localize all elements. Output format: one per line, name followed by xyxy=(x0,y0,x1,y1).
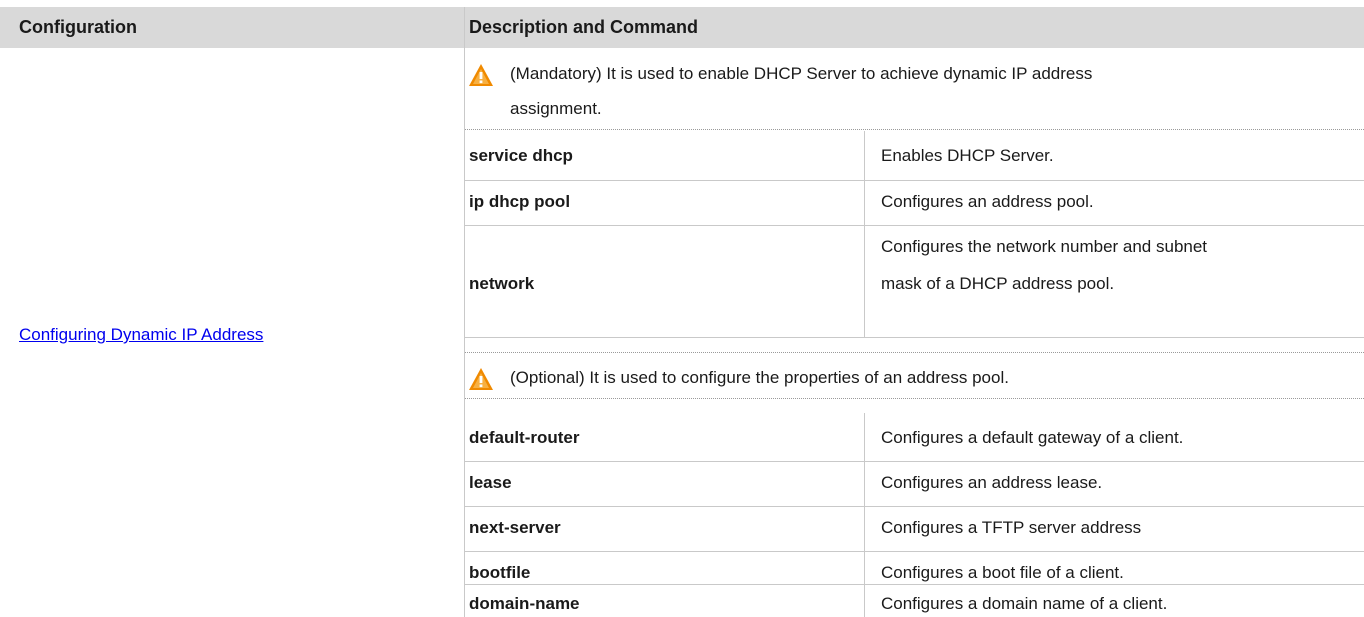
mandatory-note-line2: assignment. xyxy=(510,99,602,118)
header-description: Description and Command xyxy=(469,17,699,37)
inner-divider-mandatory xyxy=(864,131,865,338)
command-network: network xyxy=(469,274,535,293)
description-ip-dhcp-pool: Configures an address pool. xyxy=(881,192,1094,211)
description-lease: Configures an address lease. xyxy=(881,473,1103,492)
command-service-dhcp: service dhcp xyxy=(469,146,573,165)
mandatory-note: (Mandatory) It is used to enable DHCP Se… xyxy=(468,55,1092,92)
warning-icon xyxy=(468,367,494,391)
command-next-server: next-server xyxy=(469,518,561,537)
command-bootfile: bootfile xyxy=(469,563,531,582)
description-network-line1: Configures the network number and subnet xyxy=(881,237,1208,256)
command-domain-name: domain-name xyxy=(469,594,580,613)
command-lease: lease xyxy=(469,473,512,492)
description-domain-name: Configures a domain name of a client. xyxy=(881,594,1168,613)
description-next-server: Configures a TFTP server address xyxy=(881,518,1142,537)
header-configuration: Configuration xyxy=(19,17,137,37)
warning-icon xyxy=(468,63,494,87)
row-divider xyxy=(465,337,1364,338)
configuring-dynamic-ip-link[interactable]: Configuring Dynamic IP Address xyxy=(19,325,263,345)
mandatory-note-line1: (Mandatory) It is used to enable DHCP Se… xyxy=(510,64,1093,83)
command-ip-dhcp-pool: ip dhcp pool xyxy=(469,192,571,211)
dotted-divider xyxy=(465,398,1364,399)
row-divider xyxy=(465,506,1364,507)
row-divider xyxy=(465,584,1364,585)
optional-note: (Optional) It is used to configure the p… xyxy=(468,359,1009,396)
config-table: Configuration Description and Command Co… xyxy=(0,0,1364,617)
command-default-router: default-router xyxy=(469,428,580,447)
dotted-divider xyxy=(465,129,1364,130)
optional-note-text: (Optional) It is used to configure the p… xyxy=(510,368,1009,387)
dotted-divider xyxy=(465,352,1364,353)
description-default-router: Configures a default gateway of a client… xyxy=(881,428,1184,447)
description-service-dhcp: Enables DHCP Server. xyxy=(881,146,1054,165)
row-divider xyxy=(465,461,1364,462)
description-bootfile: Configures a boot file of a client. xyxy=(881,563,1124,582)
row-divider xyxy=(465,225,1364,226)
column-divider xyxy=(464,7,465,617)
row-divider xyxy=(465,180,1364,181)
inner-divider-optional xyxy=(864,413,865,617)
description-network-line2: mask of a DHCP address pool. xyxy=(881,274,1115,293)
row-divider xyxy=(465,551,1364,552)
table-header: Configuration Description and Command xyxy=(0,7,1364,48)
